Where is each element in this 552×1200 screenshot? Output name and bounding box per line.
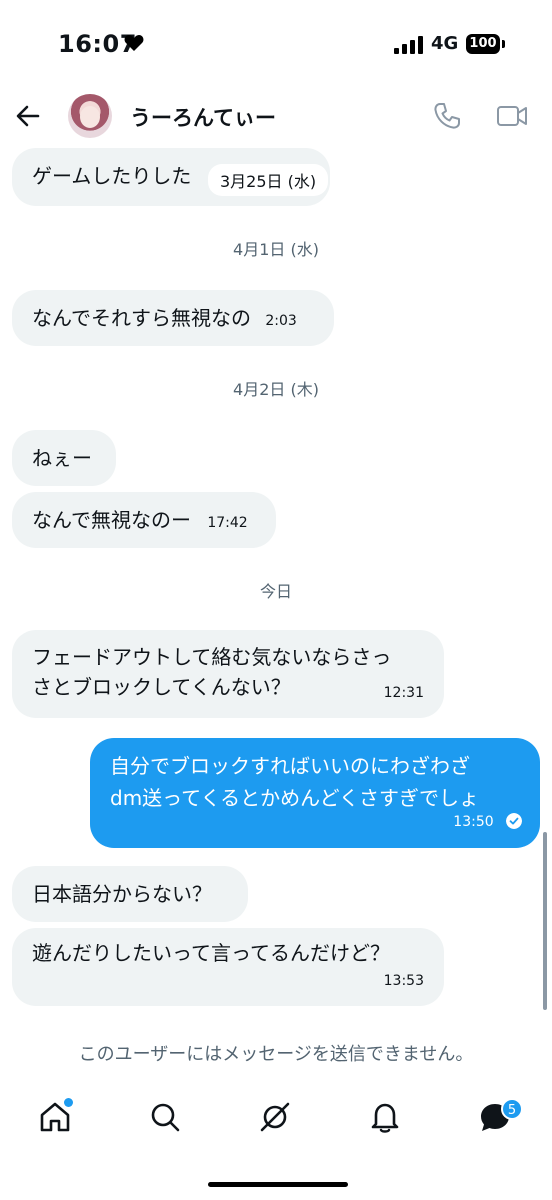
message-bubble-incoming[interactable]: ねぇー	[12, 430, 116, 486]
message-text: 日本語分からない？	[32, 882, 212, 906]
message-bubble-incoming[interactable]: 日本語分からない？	[12, 866, 248, 922]
heart-icon	[124, 35, 144, 51]
message-date-chip: 3月25日 (水)	[208, 164, 329, 196]
phone-icon[interactable]	[432, 101, 462, 131]
message-time: 13:53	[383, 973, 424, 989]
message-time: 2:03	[265, 313, 297, 329]
signal-icon	[394, 36, 423, 54]
date-separator: 4月2日 (木)	[233, 380, 319, 399]
battery-tip	[502, 40, 505, 48]
bell-icon[interactable]	[368, 1100, 402, 1134]
date-separator: 今日	[259, 582, 292, 601]
conversation-header: うーろんてぃー	[0, 88, 552, 144]
avatar-face	[80, 106, 100, 128]
message-bubble-outgoing[interactable]: 自分でブロックすればいいのにわざわざ dm送ってくるとかめんどくさすぎでしょ 1…	[90, 738, 540, 848]
message-text-line: さとブロックしてくんない？	[32, 675, 291, 699]
battery-icon: 100	[466, 34, 500, 54]
message-bubble-incoming[interactable]: フェードアウトして絡む気ないならさっ さとブロックしてくんない？ 12:31	[12, 630, 444, 718]
back-arrow-icon[interactable]	[14, 102, 42, 130]
message-bubble-incoming[interactable]: なんでそれすら無視なの 2:03	[12, 290, 334, 346]
contact-name[interactable]: うーろんてぃー	[130, 102, 276, 132]
message-text: ねぇー	[32, 446, 92, 470]
scrollbar[interactable]	[543, 832, 547, 1010]
message-text: なんでそれすら無視なの	[32, 306, 251, 330]
message-text-line: フェードアウトして絡む気ないならさっ	[32, 645, 392, 669]
message-text: ゲームしたりした	[32, 164, 192, 188]
status-bar: 16:07 4G 100	[0, 0, 552, 90]
grok-icon[interactable]	[258, 1100, 292, 1134]
message-meta: 13:50	[453, 803, 522, 838]
message-text-line: 自分でブロックすればいいのにわざわざ	[110, 754, 470, 778]
message-time: 12:31	[383, 685, 424, 701]
search-icon[interactable]	[148, 1100, 182, 1134]
message-text: 遊んだりしたいって言ってるんだけど？	[32, 941, 390, 965]
avatar[interactable]	[68, 94, 112, 138]
read-receipt-icon	[506, 813, 522, 829]
message-time: 17:42	[207, 515, 248, 531]
bottom-nav: 5	[0, 1090, 552, 1160]
home-notification-dot	[64, 1098, 73, 1107]
network-type: 4G	[431, 33, 459, 54]
home-indicator[interactable]	[208, 1182, 348, 1187]
date-separator: 4月1日 (水)	[233, 240, 319, 259]
message-bubble-incoming[interactable]: なんで無視なのー 17:42	[12, 492, 276, 548]
cannot-send-notice: このユーザーにはメッセージを送信できません。	[78, 1044, 474, 1065]
message-text: なんで無視なのー	[32, 508, 191, 532]
video-call-icon[interactable]	[496, 102, 528, 130]
message-time: 13:50	[453, 814, 494, 830]
message-bubble-incoming[interactable]: 遊んだりしたいって言ってるんだけど？ 13:53	[12, 928, 444, 1006]
messages-badge: 5	[501, 1098, 523, 1120]
